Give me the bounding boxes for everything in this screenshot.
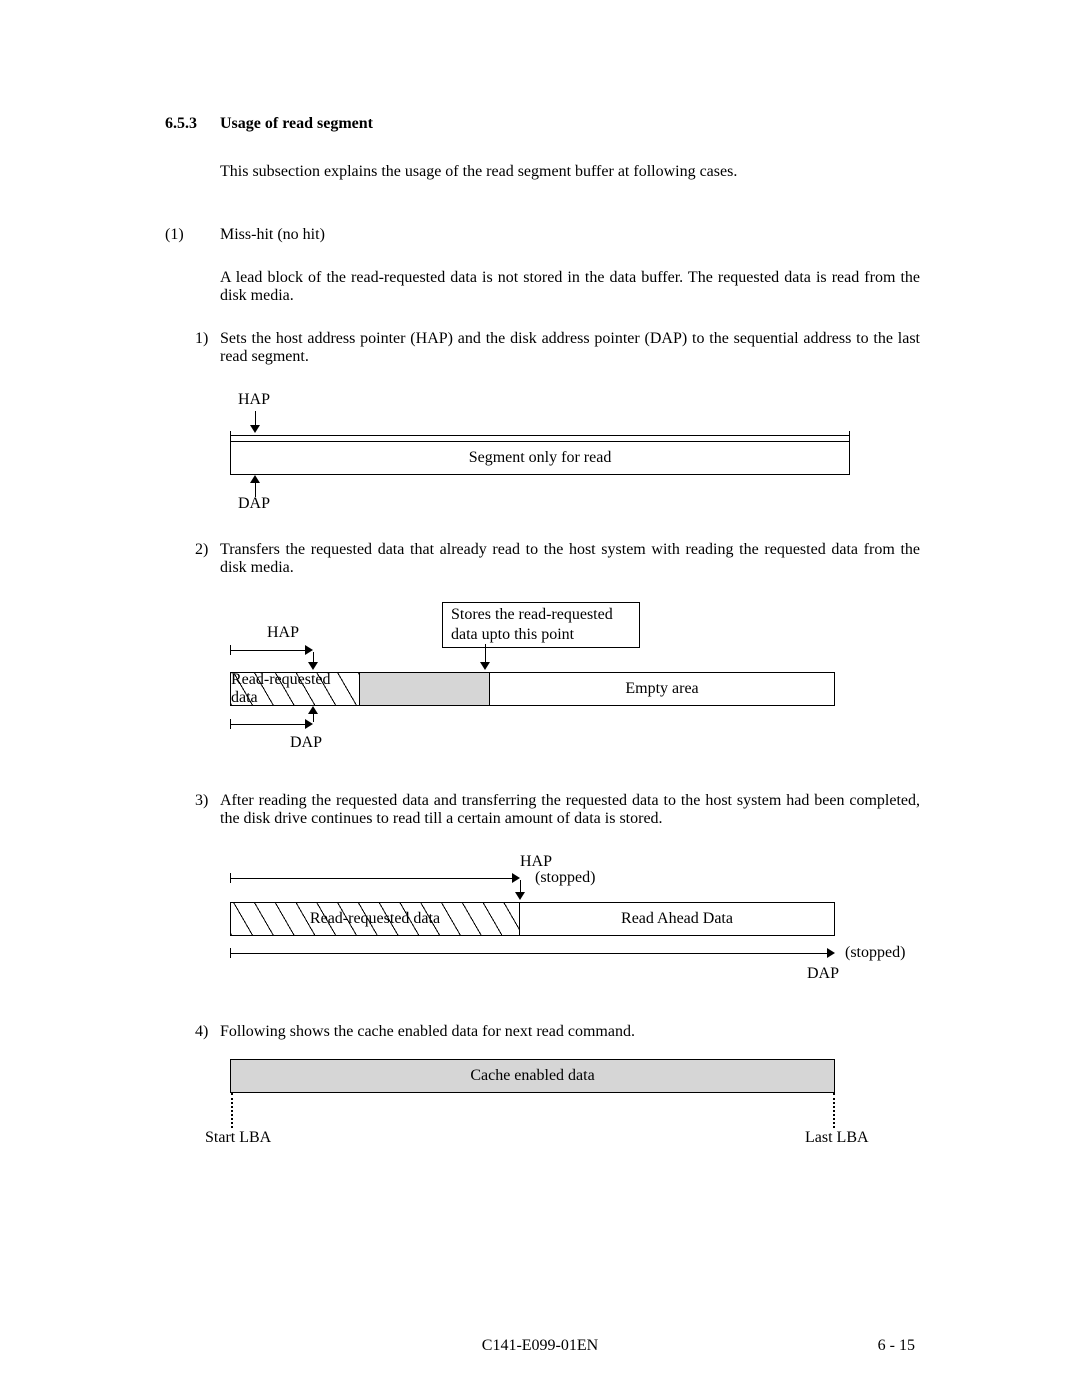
diagram-1-hap-label: HAP (238, 391, 270, 409)
diagram-3: HAP (stopped) Read-requested data Read A… (210, 853, 920, 993)
step-4: 4) Following shows the cache enabled dat… (195, 1023, 920, 1041)
footer-pageno: 6 - 15 (878, 1337, 915, 1355)
step-4-text: Following shows the cache enabled data f… (220, 1023, 920, 1041)
diagram-1: HAP Segment only for read DAP (210, 391, 920, 511)
d3-seg2-label: Read Ahead Data (621, 910, 733, 928)
step-2: 2) Transfers the requested data that alr… (195, 541, 920, 577)
item-1-title: Miss-hit (no hit) (220, 226, 920, 244)
footer-docid: C141-E099-01EN (482, 1337, 598, 1355)
section-title: Usage of read segment (220, 115, 373, 133)
lead-paragraph: This subsection explains the usage of th… (220, 163, 920, 181)
step-2-number: 2) (195, 541, 220, 577)
d4-last-dotted-icon (833, 1093, 835, 1128)
d2-seg-stored (360, 672, 490, 706)
d1-segment-label: Segment only for read (469, 449, 612, 467)
d4-last-lba: Last LBA (805, 1129, 869, 1147)
section-number: 6.5.3 (165, 115, 220, 133)
item-1-number: (1) (165, 226, 220, 244)
d4-cache-box: Cache enabled data (230, 1059, 835, 1093)
item-1: (1) Miss-hit (no hit) (165, 226, 920, 244)
step-1-text: Sets the host address pointer (HAP) and … (220, 330, 920, 366)
d2-dap-label: DAP (290, 734, 322, 752)
d2-seg-read-requested: Read-requested data (230, 672, 360, 706)
step-4-number: 4) (195, 1023, 220, 1041)
d2-seg1-label: Read-requested data (231, 671, 359, 707)
d3-seg-read-requested: Read-requested data (230, 902, 520, 936)
d4-start-lba: Start LBA (205, 1129, 271, 1147)
d2-hap-label: HAP (267, 624, 299, 642)
d3-dap-label: DAP (807, 965, 839, 983)
step-1-number: 1) (195, 330, 220, 366)
d3-seg-read-ahead: Read Ahead Data (520, 902, 835, 936)
d3-hap-stopped: (stopped) (535, 869, 595, 887)
d4-cache-label: Cache enabled data (470, 1067, 594, 1085)
step-3-number: 3) (195, 792, 220, 828)
section-heading: 6.5.3 Usage of read segment (165, 115, 920, 133)
diagram-2: HAP Stores the read-requested data upto … (210, 602, 920, 762)
step-3-text: After reading the requested data and tra… (220, 792, 920, 828)
diagram-1-dap-label: DAP (238, 495, 270, 513)
d2-note-box: Stores the read-requested data upto this… (442, 602, 640, 648)
d4-start-dotted-icon (231, 1093, 233, 1128)
step-2-text: Transfers the requested data that alread… (220, 541, 920, 577)
step-3: 3) After reading the requested data and … (195, 792, 920, 828)
d3-seg1-label: Read-requested data (310, 910, 440, 928)
d2-note-text: Stores the read-requested data upto this… (451, 606, 613, 643)
item-1-desc: A lead block of the read-requested data … (220, 269, 920, 305)
step-1: 1) Sets the host address pointer (HAP) a… (195, 330, 920, 366)
d1-upper-line (230, 435, 850, 436)
d2-seg3-label: Empty area (625, 680, 698, 698)
d3-dap-stopped: (stopped) (845, 944, 905, 962)
d2-seg-empty: Empty area (490, 672, 835, 706)
d1-segment-box: Segment only for read (230, 441, 850, 475)
diagram-4: Cache enabled data Start LBA Last LBA (210, 1059, 920, 1159)
